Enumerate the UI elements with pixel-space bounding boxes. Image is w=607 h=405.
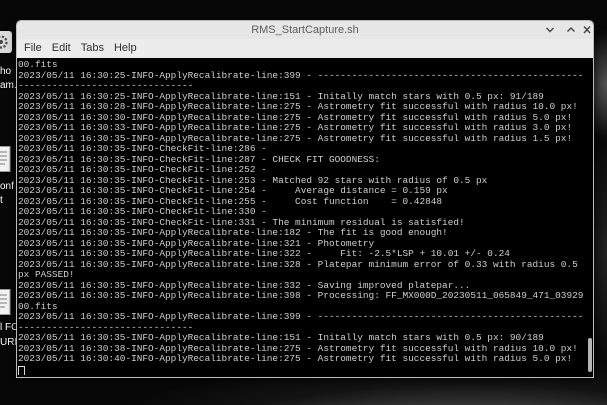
terminal-line: 2023/05/11 16:30:35-INFO-ApplyRecalibrat… [18, 238, 375, 249]
terminal-line: 2023/05/11 16:30:35-INFO-CheckFit-line:2… [18, 186, 448, 196]
desktop-icon[interactable] [0, 289, 12, 315]
menu-bar: File Edit Tabs Help [17, 39, 593, 58]
desktop-icon[interactable] [0, 146, 12, 172]
terminal-line: 2023/05/11 16:30:35-INFO-ApplyRecalibrat… [18, 259, 578, 270]
terminal-line: 2023/05/11 16:30:35-INFO-ApplyRecalibrat… [18, 228, 448, 238]
terminal-line: 2023/05/11 16:30:35-INFO-ApplyRecalibrat… [18, 249, 510, 259]
terminal-line: 2023/05/11 16:30:35-INFO-CheckFit-line:2… [18, 144, 267, 154]
settings-icon [0, 31, 12, 53]
desktop-icon-label: am. [0, 80, 17, 91]
terminal-line: ------------------------------- [18, 322, 194, 333]
terminal-line: 2023/05/11 16:30:38-INFO-ApplyRecalibrat… [18, 343, 578, 354]
text-cursor [18, 365, 25, 375]
terminal-line: 00.fits [18, 301, 58, 312]
terminal-line: 2023/05/11 16:30:40-INFO-ApplyRecalibrat… [18, 354, 573, 364]
terminal-line: 2023/05/11 16:30:35-INFO-CheckFit-line:3… [18, 217, 465, 228]
prompt-line [18, 365, 593, 375]
terminal-output[interactable]: 00.fits 2023/05/11 16:30:25-INFO-ApplyRe… [17, 58, 593, 377]
desktop-icon[interactable] [0, 31, 13, 53]
terminal-line: 2023/05/11 16:30:35-INFO-ApplyRecalibrat… [18, 280, 471, 291]
text-file-icon [0, 146, 11, 172]
terminal-line: 2023/05/11 16:30:30-INFO-ApplyRecalibrat… [18, 112, 573, 123]
scrollbar-thumb[interactable] [588, 338, 592, 372]
minimize-icon[interactable] [545, 26, 555, 34]
terminal-line: 2023/05/11 16:30:35-INFO-ApplyRecalibrat… [18, 312, 584, 322]
scrollbar[interactable] [587, 58, 593, 375]
terminal-window: RMS_StartCapture.sh File Edit Tabs Help … [16, 20, 594, 378]
terminal-line: 2023/05/11 16:30:35-INFO-CheckFit-line:3… [18, 207, 267, 217]
desktop-icon-label: t [0, 195, 3, 206]
menu-edit[interactable]: Edit [52, 42, 71, 55]
menu-file[interactable]: File [24, 42, 42, 55]
menu-help[interactable]: Help [114, 42, 137, 55]
maximize-icon[interactable] [566, 26, 576, 34]
title-bar[interactable]: RMS_StartCapture.sh [17, 21, 593, 39]
terminal-line: 2023/05/11 16:30:25-INFO-ApplyRecalibrat… [18, 91, 544, 102]
terminal-line: 2023/05/11 16:30:35-INFO-CheckFit-line:2… [18, 154, 380, 165]
terminal-line: 2023/05/11 16:30:35-INFO-ApplyRecalibrat… [18, 291, 584, 301]
menu-tabs[interactable]: Tabs [81, 42, 104, 55]
desktop-icon-label: onf [0, 181, 14, 192]
terminal-line: 2023/05/11 16:30:35-INFO-CheckFit-line:2… [18, 165, 267, 175]
terminal-line: px PASSED! [18, 270, 75, 280]
terminal-line: 2023/05/11 16:30:28-INFO-ApplyRecalibrat… [18, 102, 578, 112]
close-icon[interactable] [582, 26, 592, 34]
desktop-icon-label: ho [0, 66, 12, 77]
terminal-line: ------------------------------- [18, 81, 194, 91]
text-file-icon [0, 289, 11, 315]
terminal-line: 2023/05/11 16:30:35-INFO-CheckFit-line:2… [18, 175, 488, 186]
window-title: RMS_StartCapture.sh [251, 24, 359, 36]
terminal-line: 2023/05/11 16:30:25-INFO-ApplyRecalibrat… [18, 70, 584, 81]
terminal-line: 2023/05/11 16:30:35-INFO-CheckFit-line:2… [18, 196, 443, 207]
terminal-line: 2023/05/11 16:30:35-INFO-ApplyRecalibrat… [18, 333, 544, 343]
terminal-line: 2023/05/11 16:30:35-INFO-ApplyRecalibrat… [18, 133, 573, 144]
terminal-line: 00.fits [18, 60, 58, 70]
terminal-line: 2023/05/11 16:30:33-INFO-ApplyRecalibrat… [18, 123, 573, 133]
